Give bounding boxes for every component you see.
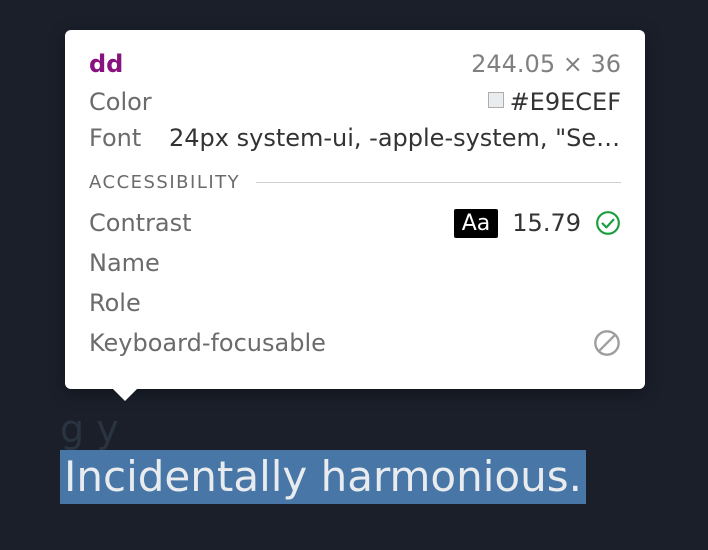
inspected-element-highlight[interactable]: Incidentally harmonious. bbox=[60, 450, 586, 504]
font-row: Font 24px system-ui, -apple-system, "Seg… bbox=[89, 124, 621, 152]
color-swatch-icon bbox=[488, 92, 504, 108]
font-value: 24px system-ui, -apple-system, "Segoe… bbox=[169, 124, 621, 152]
obscured-text-fragment: g y bbox=[60, 410, 119, 448]
color-label: Color bbox=[89, 88, 169, 116]
color-value: #E9ECEF bbox=[510, 88, 621, 116]
element-tag-name: dd bbox=[89, 50, 123, 78]
element-dimensions: 244.05 × 36 bbox=[471, 50, 621, 78]
contrast-value-group: Aa 15.79 bbox=[454, 209, 621, 238]
font-label: Font bbox=[89, 124, 169, 152]
contrast-row: Contrast Aa 15.79 bbox=[89, 207, 621, 239]
color-row: Color #E9ECEF bbox=[89, 88, 621, 116]
checkmark-circle-icon bbox=[595, 210, 621, 236]
contrast-sample-icon: Aa bbox=[454, 209, 499, 238]
role-row: Role bbox=[89, 287, 621, 319]
element-inspector-tooltip: dd 244.05 × 36 Color #E9ECEF Font 24px s… bbox=[65, 30, 645, 389]
section-divider bbox=[256, 182, 621, 183]
accessibility-section-header: ACCESSIBILITY bbox=[89, 172, 621, 193]
tooltip-arrow bbox=[113, 389, 137, 401]
keyboard-focusable-label: Keyboard-focusable bbox=[89, 329, 593, 357]
color-value-group: #E9ECEF bbox=[488, 88, 621, 116]
not-allowed-icon bbox=[593, 329, 621, 357]
name-row: Name bbox=[89, 247, 621, 279]
role-label: Role bbox=[89, 289, 621, 317]
contrast-ratio: 15.79 bbox=[512, 209, 581, 237]
accessibility-title: ACCESSIBILITY bbox=[89, 172, 240, 193]
name-label: Name bbox=[89, 249, 621, 277]
tooltip-header: dd 244.05 × 36 bbox=[89, 50, 621, 78]
keyboard-focusable-row: Keyboard-focusable bbox=[89, 327, 621, 359]
contrast-label: Contrast bbox=[89, 209, 454, 237]
